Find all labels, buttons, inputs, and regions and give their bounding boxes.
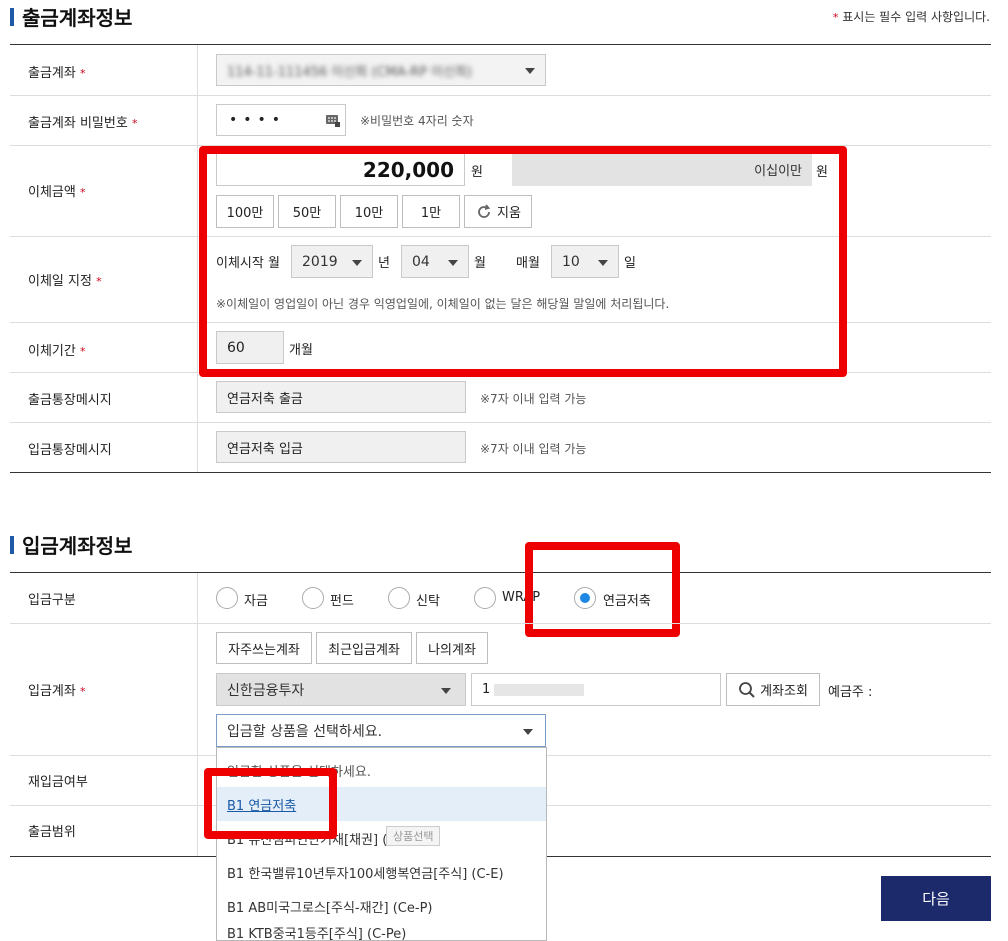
product-select-value: 입금할 상품을 선택하세요. (227, 723, 383, 740)
account-number-input[interactable]: 1 (471, 673, 721, 706)
transfer-date-label: 이체일 지정 * (28, 270, 102, 289)
account-lookup-button[interactable]: 계좌조회 (726, 673, 820, 706)
deposit-message-label: 입금통장메시지 (28, 443, 112, 458)
label-text: 이체일 지정 (28, 274, 92, 289)
deposit-message-value: 연금저축 입금 (227, 441, 303, 457)
highlight-box-option (204, 768, 337, 839)
withdraw-range-label: 출금범위 (28, 825, 76, 840)
required-note: * 표시는 필수 입력 사항입니다. (833, 8, 990, 25)
label-text: 입금계좌 (28, 684, 76, 699)
divider (10, 572, 991, 573)
required-star: * (131, 117, 138, 130)
deposit-message-input[interactable]: 연금저축 입금 (216, 431, 466, 463)
divider (10, 422, 991, 423)
chevron-down-icon (523, 728, 533, 735)
divider (10, 44, 991, 45)
withdraw-message-value: 연금저축 출금 (227, 391, 303, 407)
required-star: * (832, 11, 839, 24)
label-text: 출금계좌 비밀번호 (28, 116, 128, 131)
required-star: * (79, 67, 86, 80)
section-title-bar (10, 535, 14, 554)
password-label: 출금계좌 비밀번호 * (28, 112, 137, 131)
radio-fund[interactable] (302, 587, 324, 609)
radio-trust[interactable] (388, 587, 410, 609)
dropdown-option[interactable]: B1 KTB중국1등주[주식] (C-Pe) (217, 923, 546, 940)
product-select[interactable]: 입금할 상품을 선택하세요. (216, 714, 546, 747)
withdraw-message-note: ※7자 이내 입력 가능 (480, 392, 587, 406)
highlight-box-amount (199, 146, 847, 377)
radio-label: 펀드 (330, 594, 354, 609)
withdraw-message-input[interactable]: 연금저축 출금 (216, 381, 466, 413)
transfer-period-label: 이체기간 * (28, 340, 85, 359)
required-star: * (96, 275, 102, 288)
label-text: 출금계좌 (28, 66, 76, 81)
deposit-message-note: ※7자 이내 입력 가능 (480, 442, 587, 456)
redaction-block (494, 684, 584, 696)
label-text: 이체기간 (28, 344, 76, 359)
withdraw-account-label: 출금계좌 * (28, 62, 85, 81)
deposit-section-title: 입금계좌정보 (10, 530, 132, 559)
recent-accounts-button[interactable]: 최근입금계좌 (316, 632, 412, 664)
radio-fund-money[interactable] (216, 587, 238, 609)
divider (10, 95, 991, 96)
bank-value: 신한금융투자 (227, 682, 305, 699)
password-note: ※비밀번호 4자리 숫자 (360, 114, 474, 128)
deposit-type-label: 입금구분 (28, 593, 76, 608)
bank-select[interactable]: 신한금융투자 (216, 673, 466, 706)
required-star: * (79, 685, 86, 698)
withdraw-section-title: 출금계좌정보 (10, 2, 132, 31)
password-value: •••• (229, 112, 287, 128)
radio-label: 신탁 (416, 594, 440, 609)
required-star: * (79, 186, 86, 199)
withdraw-account-value: 114-11-111456 이신희 (CMA-RP 이신희) (227, 64, 473, 80)
my-accounts-button[interactable]: 나의계좌 (416, 632, 488, 664)
keypad-icon[interactable] (325, 112, 341, 128)
account-holder-label: 예금주 : (828, 685, 873, 700)
divider (10, 623, 991, 624)
lookup-label: 계좌조회 (760, 684, 808, 699)
radio-wrap[interactable] (474, 587, 496, 609)
dropdown-option[interactable]: B1 AB미국그로스[주식-재간] (Ce-P) (217, 889, 546, 923)
label-column-divider (197, 573, 198, 856)
tooltip: 상품선택 (386, 826, 441, 846)
withdraw-title-text: 출금계좌정보 (22, 6, 133, 30)
dropdown-option[interactable]: B1 한국밸류10년투자100세행복연금[주식] (C-E) (217, 855, 546, 889)
deposit-title-text: 입금계좌정보 (22, 534, 133, 558)
label-text: 이체금액 (28, 185, 76, 200)
amount-label: 이체금액 * (28, 181, 85, 200)
frequent-accounts-button[interactable]: 자주쓰는계좌 (216, 632, 312, 664)
label-column-divider (197, 45, 198, 472)
next-button[interactable]: 다음 (881, 876, 991, 921)
withdraw-account-select[interactable]: 114-11-111456 이신희 (CMA-RP 이신희) (216, 54, 546, 86)
radio-label: 자금 (244, 594, 268, 609)
account-number-value: 1 (482, 682, 491, 697)
chevron-down-icon (441, 687, 451, 694)
required-star: * (79, 345, 86, 358)
chevron-down-icon (525, 68, 535, 74)
search-icon (738, 681, 756, 699)
section-title-bar (10, 7, 14, 26)
divider (10, 472, 991, 473)
deposit-account-label: 입금계좌 * (28, 680, 85, 699)
required-note-text: 표시는 필수 입력 사항입니다. (842, 10, 990, 24)
redeposit-label: 재입금여부 (28, 775, 88, 790)
withdraw-message-label: 출금통장메시지 (28, 393, 112, 408)
